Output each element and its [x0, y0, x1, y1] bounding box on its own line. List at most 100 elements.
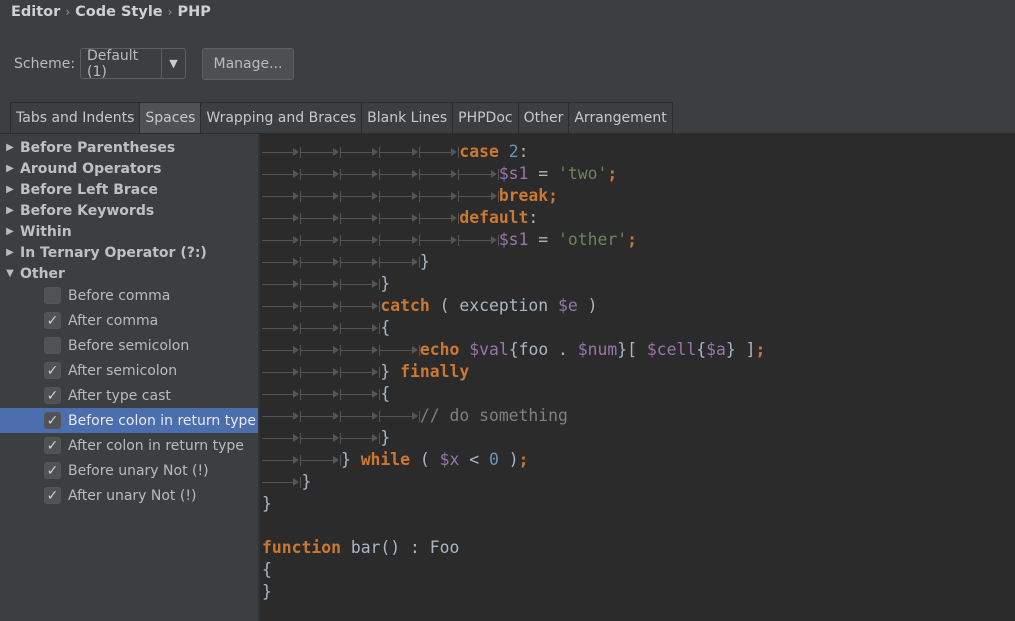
tab-arrow-icon — [459, 163, 500, 185]
breadcrumb-editor[interactable]: Editor — [11, 4, 60, 20]
tab-tabs-and-indents[interactable]: Tabs and Indents — [10, 102, 140, 134]
tree-group[interactable]: ▶ In Ternary Operator (?:) — [0, 242, 207, 263]
tab-phpdoc[interactable]: PHPDoc — [452, 102, 518, 134]
option-label: After type cast — [68, 387, 171, 404]
tab-arrow-icon — [340, 427, 381, 449]
checkbox[interactable]: ✓ — [44, 412, 61, 429]
code-token: } — [380, 274, 391, 293]
tree-group[interactable]: ▶ Within — [0, 221, 72, 242]
option-row[interactable]: Before semicolon — [0, 333, 258, 358]
tab-arrow-icon — [262, 163, 302, 185]
option-row[interactable]: ✓ After semicolon — [0, 358, 258, 383]
tab-arrow-icon — [380, 229, 421, 251]
tree-group[interactable]: ▼ Other — [0, 263, 65, 284]
tree-group-label: In Ternary Operator (?:) — [20, 244, 207, 261]
chevron-down-icon[interactable]: ▼ — [161, 49, 185, 78]
collapsed-triangle-icon[interactable]: ▶ — [0, 226, 20, 237]
tab-arrow-icon — [262, 141, 302, 163]
code-line: function bar() : Foo — [262, 537, 765, 559]
tab-arrow-icon — [380, 405, 421, 427]
tab-arrow-icon — [340, 207, 381, 229]
tab-arrow-icon — [301, 339, 342, 361]
tab-arrow-icon — [419, 207, 460, 229]
code-token: 0 — [489, 450, 499, 469]
tab-wrapping-and-braces[interactable]: Wrapping and Braces — [200, 102, 362, 134]
option-row[interactable]: ✓ Before colon in return type — [0, 408, 258, 433]
tab-spaces[interactable]: Spaces — [139, 102, 201, 134]
tab-arrow-icon — [380, 207, 421, 229]
tree-group[interactable]: ▶ Before Keywords — [0, 200, 154, 221]
tree-group[interactable]: ▶ Before Left Brace — [0, 179, 158, 200]
code-line: } finally — [262, 361, 765, 383]
tab-arrow-icon — [419, 229, 460, 251]
collapsed-triangle-icon[interactable]: ▶ — [0, 247, 20, 258]
checkbox[interactable]: ✓ — [44, 437, 61, 454]
scheme-dropdown[interactable]: Default (1) ▼ — [80, 48, 186, 80]
option-label: After colon in return type — [68, 437, 244, 454]
breadcrumb-separator: › — [167, 5, 173, 19]
code-token: : — [518, 142, 529, 161]
breadcrumb-php: PHP — [177, 4, 211, 20]
tree-group-label: Other — [20, 265, 65, 282]
tree-group-label: Within — [20, 223, 72, 240]
collapsed-triangle-icon[interactable]: ▶ — [0, 184, 20, 195]
option-row[interactable]: ✓ Before unary Not (!) — [0, 458, 258, 483]
checkbox[interactable]: ✓ — [44, 387, 61, 404]
collapsed-triangle-icon[interactable]: ▶ — [0, 205, 20, 216]
option-row[interactable]: ✓ After unary Not (!) — [0, 483, 258, 508]
tab-blank-lines[interactable]: Blank Lines — [361, 102, 453, 134]
option-label: Before unary Not (!) — [68, 462, 209, 479]
tab-arrow-icon — [262, 317, 302, 339]
collapsed-triangle-icon[interactable]: ▶ — [0, 142, 20, 153]
option-row[interactable]: ✓ After colon in return type — [0, 433, 258, 458]
tab-arrow-icon — [459, 185, 500, 207]
collapsed-triangle-icon[interactable]: ▶ — [0, 163, 20, 174]
tab-arrow-icon — [262, 471, 302, 493]
code-token: $e — [558, 296, 578, 315]
checkbox[interactable] — [44, 287, 61, 304]
tab-arrow-icon — [459, 229, 500, 251]
code-line: } — [262, 581, 765, 603]
code-token: { — [380, 318, 391, 337]
code-line: } — [262, 471, 765, 493]
option-label: After semicolon — [68, 362, 178, 379]
tab-arrow-icon — [262, 273, 302, 295]
tab-other[interactable]: Other — [517, 102, 569, 134]
manage-button[interactable]: Manage... — [202, 48, 294, 80]
option-row[interactable]: ✓ After type cast — [0, 383, 258, 408]
code-token: } — [380, 428, 391, 447]
tree-group[interactable]: ▶ Before Parentheses — [0, 137, 175, 158]
code-token: ) — [498, 450, 519, 469]
checkbox[interactable]: ✓ — [44, 362, 61, 379]
tab-arrow-icon — [380, 141, 421, 163]
checkbox[interactable]: ✓ — [44, 462, 61, 479]
tab-arrow-icon — [340, 229, 381, 251]
option-label: After comma — [68, 312, 159, 329]
breadcrumb-code-style[interactable]: Code Style — [75, 4, 163, 20]
tab-arrow-icon — [301, 383, 342, 405]
tab-arrow-icon — [301, 251, 342, 273]
tab-arrow-icon — [301, 163, 342, 185]
tab-arrow-icon — [380, 251, 421, 273]
checkbox[interactable]: ✓ — [44, 487, 61, 504]
code-token: } — [301, 472, 312, 491]
checkbox[interactable]: ✓ — [44, 312, 61, 329]
tab-arrow-icon — [262, 207, 302, 229]
option-row[interactable]: ✓ After comma — [0, 308, 258, 333]
code-token: ) — [577, 296, 598, 315]
option-row[interactable]: Before comma — [0, 283, 258, 308]
tab-arrow-icon — [301, 229, 342, 251]
checkbox[interactable] — [44, 337, 61, 354]
code-token: } ] — [725, 340, 756, 359]
code-token: { — [380, 384, 391, 403]
tab-arrangement[interactable]: Arrangement — [568, 102, 673, 134]
code-token: {foo . — [508, 340, 578, 359]
code-token: ; — [607, 164, 618, 183]
expanded-triangle-icon[interactable]: ▼ — [0, 268, 20, 279]
tree-group[interactable]: ▶ Around Operators — [0, 158, 161, 179]
tab-arrow-icon — [262, 405, 302, 427]
code-token: $val — [469, 340, 509, 359]
tab-arrow-icon — [340, 339, 381, 361]
code-line: } — [262, 493, 765, 515]
tab-arrow-icon — [262, 361, 302, 383]
